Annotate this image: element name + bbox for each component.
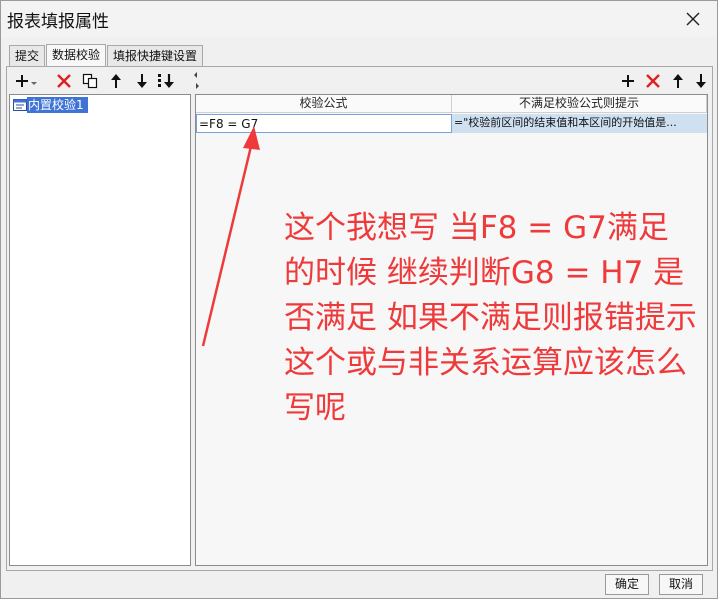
list-item-label: 内置校验1	[27, 97, 88, 113]
tab-data-validation[interactable]: 数据校验	[46, 44, 107, 66]
tab-shortcut-settings[interactable]: 填报快捷键设置	[107, 45, 204, 66]
window-title: 报表填报属性	[7, 12, 109, 32]
close-button[interactable]	[675, 1, 711, 37]
close-icon	[686, 12, 700, 26]
column-header-message[interactable]: 不满足校验公式则提示	[452, 95, 707, 112]
validation-list[interactable]: 内置校验1	[9, 94, 191, 566]
cancel-button[interactable]: 取消	[659, 574, 703, 595]
delete-x-icon	[646, 74, 660, 88]
add-button[interactable]	[13, 71, 41, 91]
move-down-button[interactable]	[131, 71, 153, 91]
column-header-formula[interactable]: 校验公式	[196, 95, 452, 112]
validation-item-icon	[13, 99, 27, 111]
row-up-button[interactable]	[667, 71, 689, 91]
move-to-bottom-icon	[158, 74, 174, 88]
message-cell[interactable]: ="校验前区间的结束值和本区间的开始值是...	[452, 114, 707, 133]
tab-strip: 提交 数据校验 填报快捷键设置	[9, 44, 204, 67]
delete-button[interactable]	[53, 71, 75, 91]
delete-row-button[interactable]	[642, 71, 664, 91]
plus-icon	[622, 75, 634, 87]
title-bar: 报表填报属性	[1, 1, 717, 37]
annotation-text: 这个我想写 当F8 = G7满足的时候 继续判断G8 = H7 是否满足 如果不…	[284, 210, 697, 426]
ok-button[interactable]: 确定	[605, 574, 649, 595]
row-down-button[interactable]	[690, 71, 712, 91]
left-toolbar	[9, 69, 193, 93]
validation-list-panel: 内置校验1	[9, 69, 193, 567]
move-up-button[interactable]	[105, 71, 127, 91]
delete-x-icon	[57, 74, 71, 88]
move-bottom-button[interactable]	[155, 71, 179, 91]
annotation-arrow	[201, 126, 260, 347]
add-row-button[interactable]	[617, 71, 639, 91]
copy-button[interactable]	[79, 71, 101, 91]
table-row[interactable]: =F8 = G7 ="校验前区间的结束值和本区间的开始值是...	[196, 114, 707, 133]
arrow-up-icon	[111, 74, 121, 88]
arrow-down-icon	[137, 74, 147, 88]
dialog-window: 报表填报属性 提交 数据校验 填报快捷键设置 内置校验1 校验公式 不满足校验公…	[0, 0, 718, 599]
tab-submit[interactable]: 提交	[9, 45, 46, 66]
plus-dropdown-icon	[16, 75, 37, 87]
arrow-down-icon	[696, 74, 706, 88]
grid-header: 校验公式 不满足校验公式则提示	[196, 95, 707, 113]
arrow-up-icon	[673, 74, 683, 88]
list-item[interactable]: 内置校验1	[13, 97, 88, 113]
right-toolbar	[195, 69, 708, 93]
copy-icon	[82, 73, 98, 89]
